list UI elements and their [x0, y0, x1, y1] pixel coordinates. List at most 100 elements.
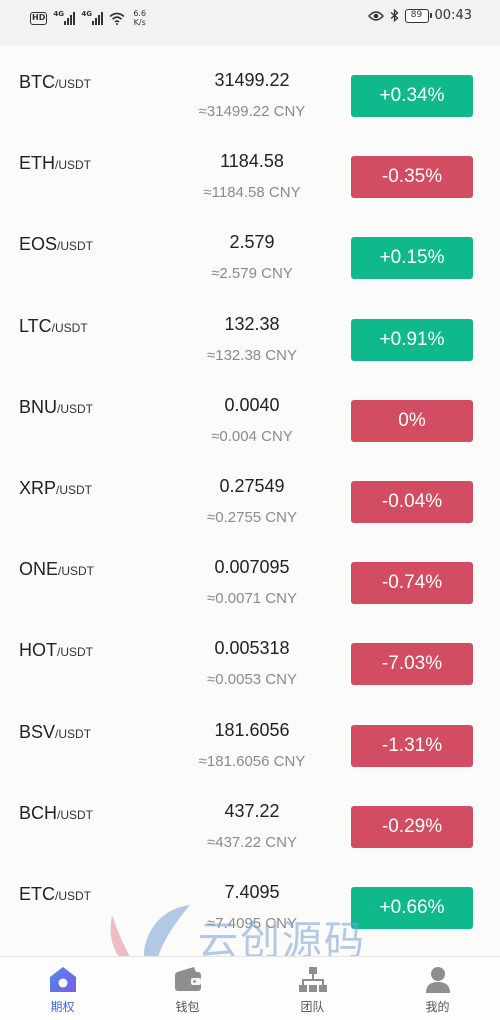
- base-symbol: BTC: [19, 72, 55, 92]
- nav-item-wallet[interactable]: 钱包: [125, 957, 250, 1020]
- change-badge[interactable]: +0.15%: [351, 237, 473, 280]
- speed-value: 6.6: [133, 9, 147, 18]
- nav-item-options[interactable]: 期权: [0, 957, 125, 1020]
- nav-label: 期权: [50, 1000, 75, 1014]
- pair-name: HOT/USDT: [19, 640, 93, 661]
- cny-price: ≈181.6056 CNY: [198, 752, 306, 770]
- quote-symbol: /USDT: [51, 320, 88, 335]
- quote-symbol: /USDT: [57, 401, 94, 416]
- nav-item-profile[interactable]: 我的: [375, 957, 500, 1020]
- market-row[interactable]: ONE/USDT 0.007095 ≈0.0071 CNY -0.74%: [0, 533, 500, 614]
- change-badge[interactable]: +0.66%: [351, 886, 473, 929]
- market-row[interactable]: HOT/USDT 0.005318 ≈0.0053 CNY -7.03%: [0, 614, 500, 695]
- base-symbol: ETC: [19, 883, 55, 904]
- market-row[interactable]: BCH/USDT 437.22 ≈437.22 CNY -0.29%: [0, 777, 500, 858]
- base-symbol: EOS: [19, 234, 58, 255]
- pair-name: ETH/USDT: [19, 153, 91, 174]
- cny-price: ≈0.004 CNY: [211, 427, 293, 445]
- nav-item-team[interactable]: 团队: [250, 957, 375, 1020]
- battery-icon: 89: [404, 8, 432, 23]
- change-badge[interactable]: +0.34%: [351, 75, 473, 117]
- nav-label: 团队: [300, 1000, 325, 1014]
- base-symbol: XRP: [19, 477, 57, 498]
- cny-price: ≈31499.22 CNY: [198, 103, 306, 120]
- market-row[interactable]: ETC/USDT 7.4095 ≈7.4095 CNY +0.66%: [0, 858, 500, 939]
- quote-symbol: /USDT: [55, 158, 91, 173]
- status-left: HD 4G 4G 6.6 K/s: [30, 9, 146, 27]
- market-row[interactable]: BNU/USDT 0.0040 ≈0.004 CNY 0%: [0, 371, 500, 452]
- wifi-icon: [109, 12, 125, 25]
- price: 132.38: [224, 313, 280, 334]
- market-row[interactable]: EOS/USDT 2.579 ≈2.579 CNY +0.15%: [0, 208, 500, 289]
- pair-name: BTC/USDT: [19, 72, 91, 93]
- clock: 00:43: [434, 8, 472, 23]
- change-badge[interactable]: -0.35%: [351, 156, 473, 199]
- user-icon: [425, 967, 450, 993]
- change-badge[interactable]: +0.91%: [351, 318, 473, 361]
- price: 31499.22: [214, 70, 290, 90]
- price: 181.6056: [214, 719, 290, 740]
- quote-symbol: /USDT: [56, 482, 93, 497]
- cny-price: ≈2.579 CNY: [211, 265, 293, 283]
- cny-price: ≈1184.58 CNY: [203, 184, 301, 202]
- market-row[interactable]: LTC/USDT 132.38 ≈132.38 CNY +0.91%: [0, 290, 500, 371]
- signal-tag: 4G: [81, 10, 92, 18]
- cny-price: ≈0.0071 CNY: [207, 590, 297, 608]
- market-row[interactable]: ETH/USDT 1184.58 ≈1184.58 CNY -0.35%: [0, 127, 500, 208]
- quote-symbol: /USDT: [58, 564, 95, 579]
- pair-name: BNU/USDT: [19, 397, 93, 418]
- price: 0.27549: [219, 475, 285, 496]
- price: 437.22: [224, 800, 280, 821]
- nav-label: 我的: [425, 1000, 450, 1014]
- pair-name: BSV/USDT: [19, 722, 91, 743]
- market-list: BTC/USDT 31499.22 ≈31499.22 CNY +0.34% ETH/U…: [0, 46, 500, 939]
- quote-symbol: /USDT: [57, 645, 93, 660]
- cny-price: ≈7.4095 CNY: [207, 914, 297, 932]
- base-symbol: BSV: [19, 721, 56, 742]
- status-bar: HD 4G 4G 6.6 K/s 89 00:43: [0, 0, 500, 46]
- market-row[interactable]: BSV/USDT 181.6056 ≈181.6056 CNY -1.31%: [0, 696, 500, 777]
- market-row[interactable]: XRP/USDT 0.27549 ≈0.2755 CNY -0.04%: [0, 452, 500, 533]
- cny-price: ≈0.0053 CNY: [207, 671, 297, 689]
- bottom-nav: 期权 钱包 团队 我的: [0, 956, 500, 1020]
- price: 0.007095: [214, 557, 290, 578]
- wallet-icon: [174, 967, 201, 991]
- price: 2.579: [229, 232, 275, 253]
- price: 0.0040: [224, 394, 280, 415]
- base-symbol: BCH: [19, 802, 58, 823]
- signal-icon: 4G: [81, 10, 104, 25]
- quote-symbol: /USDT: [57, 807, 94, 822]
- quote-symbol: /USDT: [55, 726, 92, 741]
- change-badge[interactable]: -7.03%: [351, 643, 473, 686]
- home-icon: [49, 967, 76, 992]
- network-speed: 6.6 K/s: [133, 9, 146, 27]
- pair-name: BCH/USDT: [19, 803, 93, 824]
- price: 7.4095: [224, 881, 280, 902]
- bluetooth-icon: [390, 9, 399, 22]
- change-badge[interactable]: -1.31%: [351, 724, 473, 767]
- pair-name: LTC/USDT: [19, 316, 88, 337]
- status-right: 89 00:43: [367, 8, 472, 23]
- change-badge[interactable]: 0%: [351, 399, 473, 442]
- pair-name: EOS/USDT: [19, 234, 93, 255]
- base-symbol: ONE: [19, 559, 59, 580]
- signal-icon: 4G: [53, 10, 76, 25]
- nav-label: 钱包: [175, 1000, 200, 1014]
- cny-price: ≈0.2755 CNY: [207, 508, 297, 526]
- price: 0.005318: [214, 638, 290, 659]
- pair-name: XRP/USDT: [19, 478, 92, 499]
- cny-price: ≈437.22 CNY: [207, 833, 297, 851]
- change-badge[interactable]: -0.04%: [351, 480, 473, 523]
- eye-icon: [367, 10, 384, 21]
- pair-name: ETC/USDT: [19, 884, 91, 905]
- change-badge[interactable]: -0.74%: [351, 562, 473, 605]
- market-row[interactable]: BTC/USDT 31499.22 ≈31499.22 CNY +0.34%: [0, 46, 500, 127]
- app-screen: HD 4G 4G 6.6 K/s 89 00:43 BTC/USDT 31499…: [0, 0, 500, 1020]
- quote-symbol: /USDT: [55, 77, 91, 91]
- speed-unit: K/s: [133, 18, 146, 27]
- team-icon: [298, 967, 327, 992]
- change-badge[interactable]: -0.29%: [351, 805, 473, 848]
- hd-badge: HD: [30, 11, 48, 25]
- base-symbol: LTC: [19, 315, 52, 336]
- base-symbol: ETH: [19, 153, 55, 174]
